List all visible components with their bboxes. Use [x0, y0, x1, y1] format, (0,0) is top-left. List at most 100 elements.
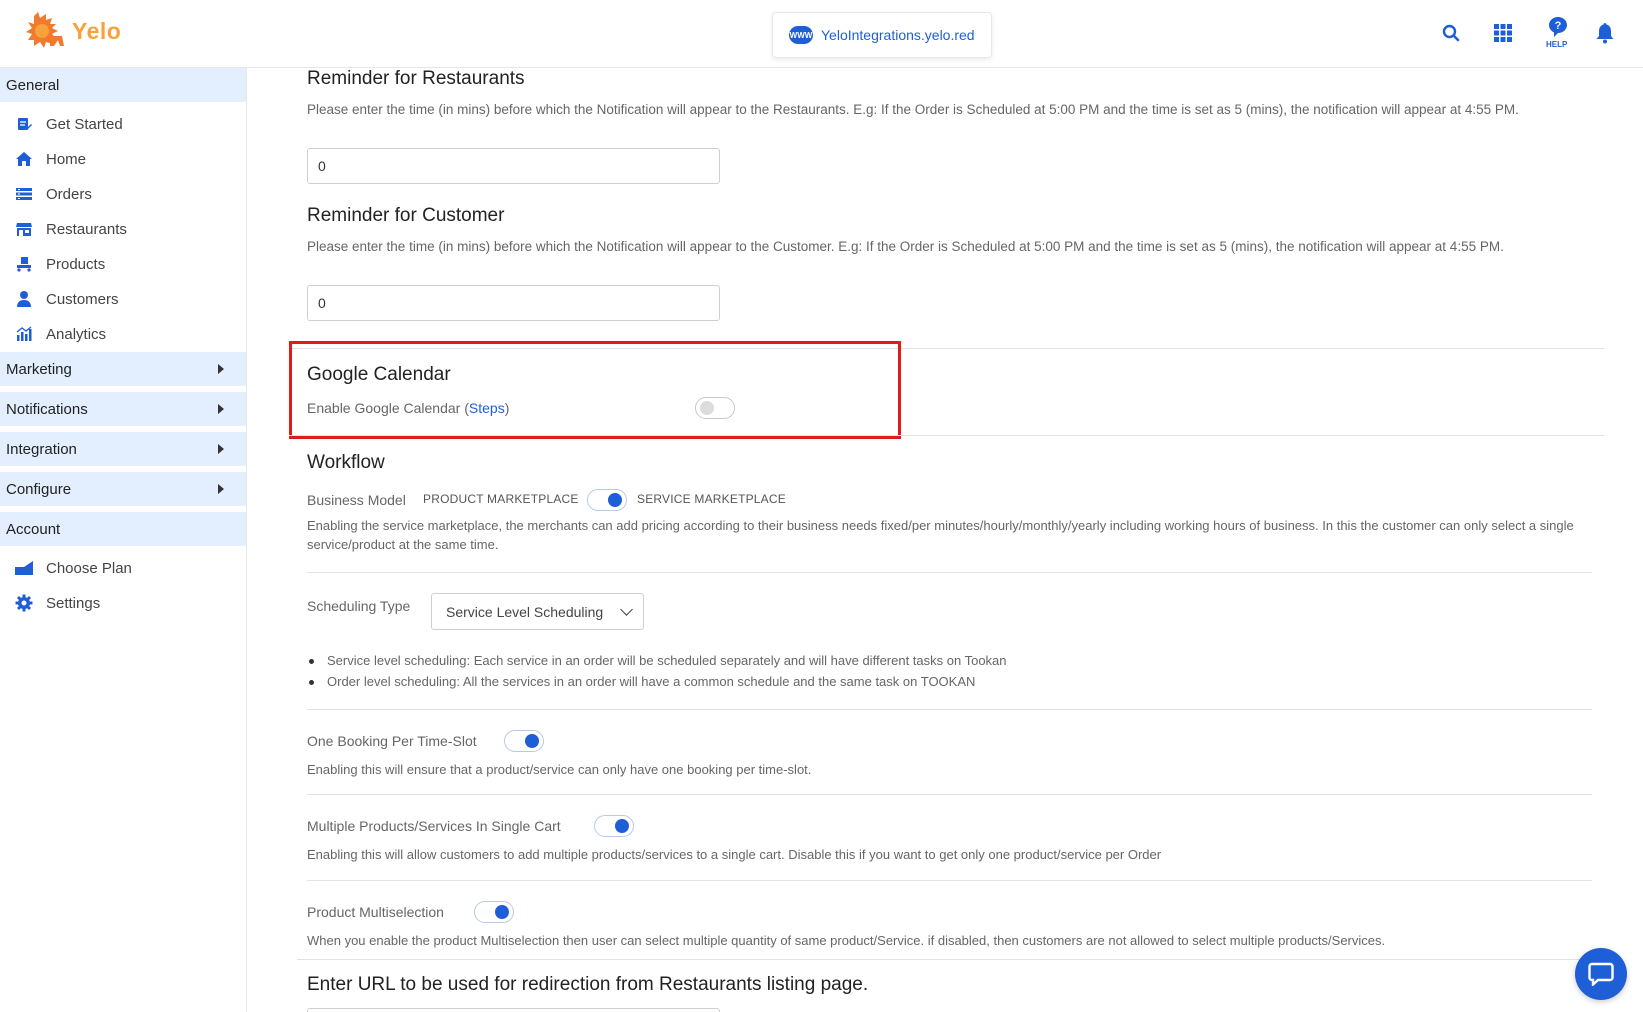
sidebar-item-label: Products [46, 255, 106, 273]
sidebar-item-restaurants[interactable]: Restaurants [0, 214, 246, 244]
sidebar-section-notifications[interactable]: Notifications [0, 392, 246, 426]
workflow-title: Workflow [307, 452, 385, 473]
chat-bubble-icon [1588, 962, 1614, 986]
help-label: HELP [1546, 40, 1568, 49]
orders-icon [14, 184, 34, 204]
bell-icon[interactable] [1592, 20, 1618, 46]
caret-right-icon [218, 484, 224, 494]
sidebar-item-label: Analytics [46, 325, 107, 343]
toggle-knob [615, 819, 629, 833]
multiselection-label: Product Multiselection [307, 904, 444, 920]
sidebar-section-label: General [6, 76, 60, 94]
settings-gear-icon [14, 593, 34, 613]
service-marketplace-label: SERVICE MARKETPLACE [637, 492, 786, 506]
multi-cart-label: Multiple Products/Services In Single Car… [307, 818, 561, 834]
analytics-icon [14, 324, 34, 344]
sidebar-item-label: Orders [46, 185, 92, 203]
home-icon [14, 149, 34, 169]
sidebar-item-orders[interactable]: Orders [0, 179, 246, 209]
multiselection-desc: When you enable the product Multiselecti… [307, 933, 1386, 948]
toggle-knob [495, 905, 509, 919]
divider [289, 435, 1604, 436]
customers-icon [14, 289, 34, 309]
svg-text:?: ? [1555, 20, 1562, 32]
redirect-url-title: Enter URL to be used for redirection fro… [307, 974, 869, 995]
reminder-restaurants-desc: Please enter the time (in mins) before w… [307, 102, 1519, 117]
divider [307, 709, 1592, 710]
sidebar: General Get Started Home Orders Restaura… [0, 68, 247, 1012]
help-icon[interactable]: ? [1545, 14, 1571, 40]
get-started-icon [14, 114, 34, 134]
sidebar-item-get-started[interactable]: Get Started [0, 109, 246, 139]
caret-right-icon [218, 444, 224, 454]
reminder-customer-title: Reminder for Customer [307, 205, 505, 226]
top-header: Yelo WWW YeloIntegrations.yelo.red ? HEL… [0, 0, 1643, 68]
www-globe-icon: WWW [789, 26, 813, 44]
restaurants-icon [14, 219, 34, 239]
reminder-restaurants-title: Reminder for Restaurants [307, 68, 525, 89]
sidebar-item-label: Choose Plan [46, 559, 132, 577]
one-booking-toggle[interactable] [504, 730, 544, 752]
settings-content: Reminder for Restaurants Please enter th… [247, 68, 1643, 1012]
lion-logo-icon [26, 12, 64, 48]
divider [307, 880, 1592, 881]
scheduling-type-label: Scheduling Type [307, 598, 411, 614]
divider [307, 572, 1592, 573]
caret-right-icon [218, 404, 224, 414]
scheduling-bullet: Service level scheduling: Each service i… [309, 653, 1007, 668]
business-model-label: Business Model [307, 492, 406, 508]
one-booking-label: One Booking Per Time-Slot [307, 733, 477, 749]
store-url-pill[interactable]: WWW YeloIntegrations.yelo.red [772, 12, 992, 58]
one-booking-desc: Enabling this will ensure that a product… [307, 762, 812, 777]
search-icon[interactable] [1438, 20, 1464, 46]
business-model-toggle[interactable] [587, 489, 627, 511]
highlight-box [289, 341, 901, 439]
scheduling-type-select[interactable]: Service Level Scheduling [431, 593, 644, 630]
sidebar-section-general[interactable]: General [0, 68, 246, 102]
scheduling-type-value: Service Level Scheduling [446, 603, 604, 620]
sidebar-section-marketing[interactable]: Marketing [0, 352, 246, 386]
multiselection-toggle[interactable] [474, 901, 514, 923]
caret-right-icon [218, 364, 224, 374]
chat-support-button[interactable] [1575, 948, 1627, 1000]
sidebar-item-label: Settings [46, 594, 101, 612]
sidebar-section-label: Account [6, 520, 61, 538]
sidebar-section-label: Integration [6, 440, 77, 458]
sidebar-section-configure[interactable]: Configure [0, 472, 246, 506]
toggle-knob [525, 734, 539, 748]
sidebar-item-label: Customers [46, 290, 119, 308]
toggle-knob [608, 493, 622, 507]
chevron-down-icon [620, 603, 633, 616]
sidebar-item-label: Home [46, 150, 87, 168]
divider [307, 794, 1592, 795]
reminder-restaurants-input[interactable]: 0 [307, 148, 720, 184]
sidebar-section-label: Marketing [6, 360, 72, 378]
sidebar-section-label: Notifications [6, 400, 88, 418]
divider [297, 959, 1592, 960]
sidebar-section-label: Configure [6, 480, 72, 498]
sidebar-item-products[interactable]: Products [0, 249, 246, 279]
multi-cart-toggle[interactable] [594, 815, 634, 837]
yelo-logo[interactable]: Yelo [20, 12, 121, 50]
sidebar-item-analytics[interactable]: Analytics [0, 319, 246, 349]
sidebar-item-settings[interactable]: Settings [0, 588, 246, 618]
business-model-desc: Enabling the service marketplace, the me… [307, 518, 1574, 552]
sidebar-section-integration[interactable]: Integration [0, 432, 246, 466]
store-url-text[interactable]: YeloIntegrations.yelo.red [821, 27, 975, 43]
redirect-url-input[interactable] [307, 1008, 720, 1012]
scheduling-bullet: Order level scheduling: All the services… [308, 674, 976, 689]
product-marketplace-label: PRODUCT MARKETPLACE [423, 492, 579, 506]
logo-text: Yelo [72, 17, 122, 44]
reminder-customer-desc: Please enter the time (in mins) before w… [307, 239, 1504, 254]
sidebar-item-label: Restaurants [46, 220, 127, 238]
apps-grid-icon[interactable] [1490, 20, 1516, 46]
sidebar-item-label: Get Started [46, 115, 123, 133]
choose-plan-icon [14, 558, 34, 578]
reminder-customer-input[interactable]: 0 [307, 285, 720, 321]
sidebar-item-choose-plan[interactable]: Choose Plan [0, 553, 246, 583]
multi-cart-desc: Enabling this will allow customers to ad… [307, 847, 1162, 862]
products-icon [14, 254, 34, 274]
sidebar-item-home[interactable]: Home [0, 144, 246, 174]
sidebar-item-customers[interactable]: Customers [0, 284, 246, 314]
sidebar-section-account[interactable]: Account [0, 512, 246, 546]
